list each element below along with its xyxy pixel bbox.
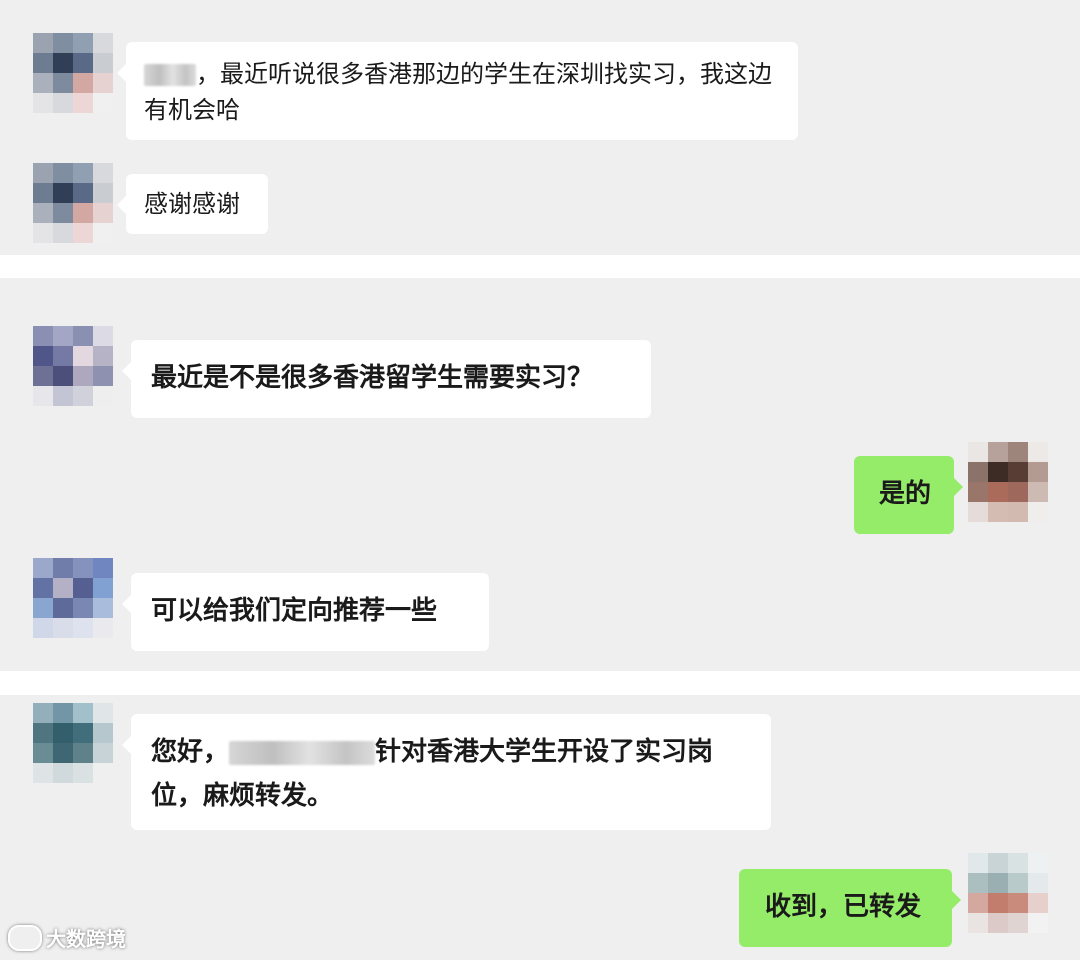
message-text: 最近是不是很多香港留学生需要实习？ bbox=[151, 363, 594, 393]
brand-watermark: 大数跨境 bbox=[8, 923, 126, 952]
message-text: 可以给我们定向推荐一些 bbox=[151, 596, 438, 626]
message-text: ，最近听说很多香港那边的学生在深圳找实习，我这边有机会哈 bbox=[144, 60, 772, 124]
message-bubble-outgoing[interactable]: 收到，已转发 bbox=[739, 869, 961, 947]
message-bubble-incoming[interactable]: ，最近听说很多香港那边的学生在深圳找实习，我这边有机会哈 bbox=[117, 42, 798, 140]
chat-screenshot-3: 您好， 针对香港大学生开设了实习岗位，麻烦转发。 收到，已转发 bbox=[0, 695, 1080, 960]
contact-avatar[interactable] bbox=[33, 558, 113, 638]
contact-avatar[interactable] bbox=[33, 163, 113, 243]
message-text: 是的 bbox=[879, 479, 932, 509]
message-bubble-outgoing[interactable]: 是的 bbox=[854, 456, 963, 534]
message-text: 感谢感谢 bbox=[144, 190, 240, 218]
message-bubble-incoming[interactable]: 感谢感谢 bbox=[117, 174, 268, 234]
contact-avatar[interactable] bbox=[33, 703, 113, 783]
watermark-text: 大数跨境 bbox=[46, 927, 126, 951]
chat-screenshot-1: ，最近听说很多香港那边的学生在深圳找实习，我这边有机会哈 感谢感谢 bbox=[0, 0, 1080, 255]
contact-avatar[interactable] bbox=[33, 33, 113, 113]
redacted-name bbox=[144, 64, 196, 86]
redacted-company-name bbox=[229, 740, 376, 765]
user-avatar[interactable] bbox=[968, 442, 1048, 522]
message-bubble-incoming[interactable]: 可以给我们定向推荐一些 bbox=[122, 573, 489, 651]
brand-logo-icon bbox=[8, 924, 42, 951]
chat-screenshot-2: 最近是不是很多香港留学生需要实习？ 是的 可以给我们定向推荐一些 bbox=[0, 278, 1080, 671]
contact-avatar[interactable] bbox=[33, 326, 113, 406]
message-bubble-incoming[interactable]: 您好， 针对香港大学生开设了实习岗位，麻烦转发。 bbox=[122, 714, 771, 830]
message-bubble-incoming[interactable]: 最近是不是很多香港留学生需要实习？ bbox=[122, 340, 651, 418]
message-text: 收到，已转发 bbox=[765, 892, 922, 922]
message-text-prefix: 您好， bbox=[151, 737, 230, 767]
user-avatar[interactable] bbox=[968, 853, 1048, 933]
